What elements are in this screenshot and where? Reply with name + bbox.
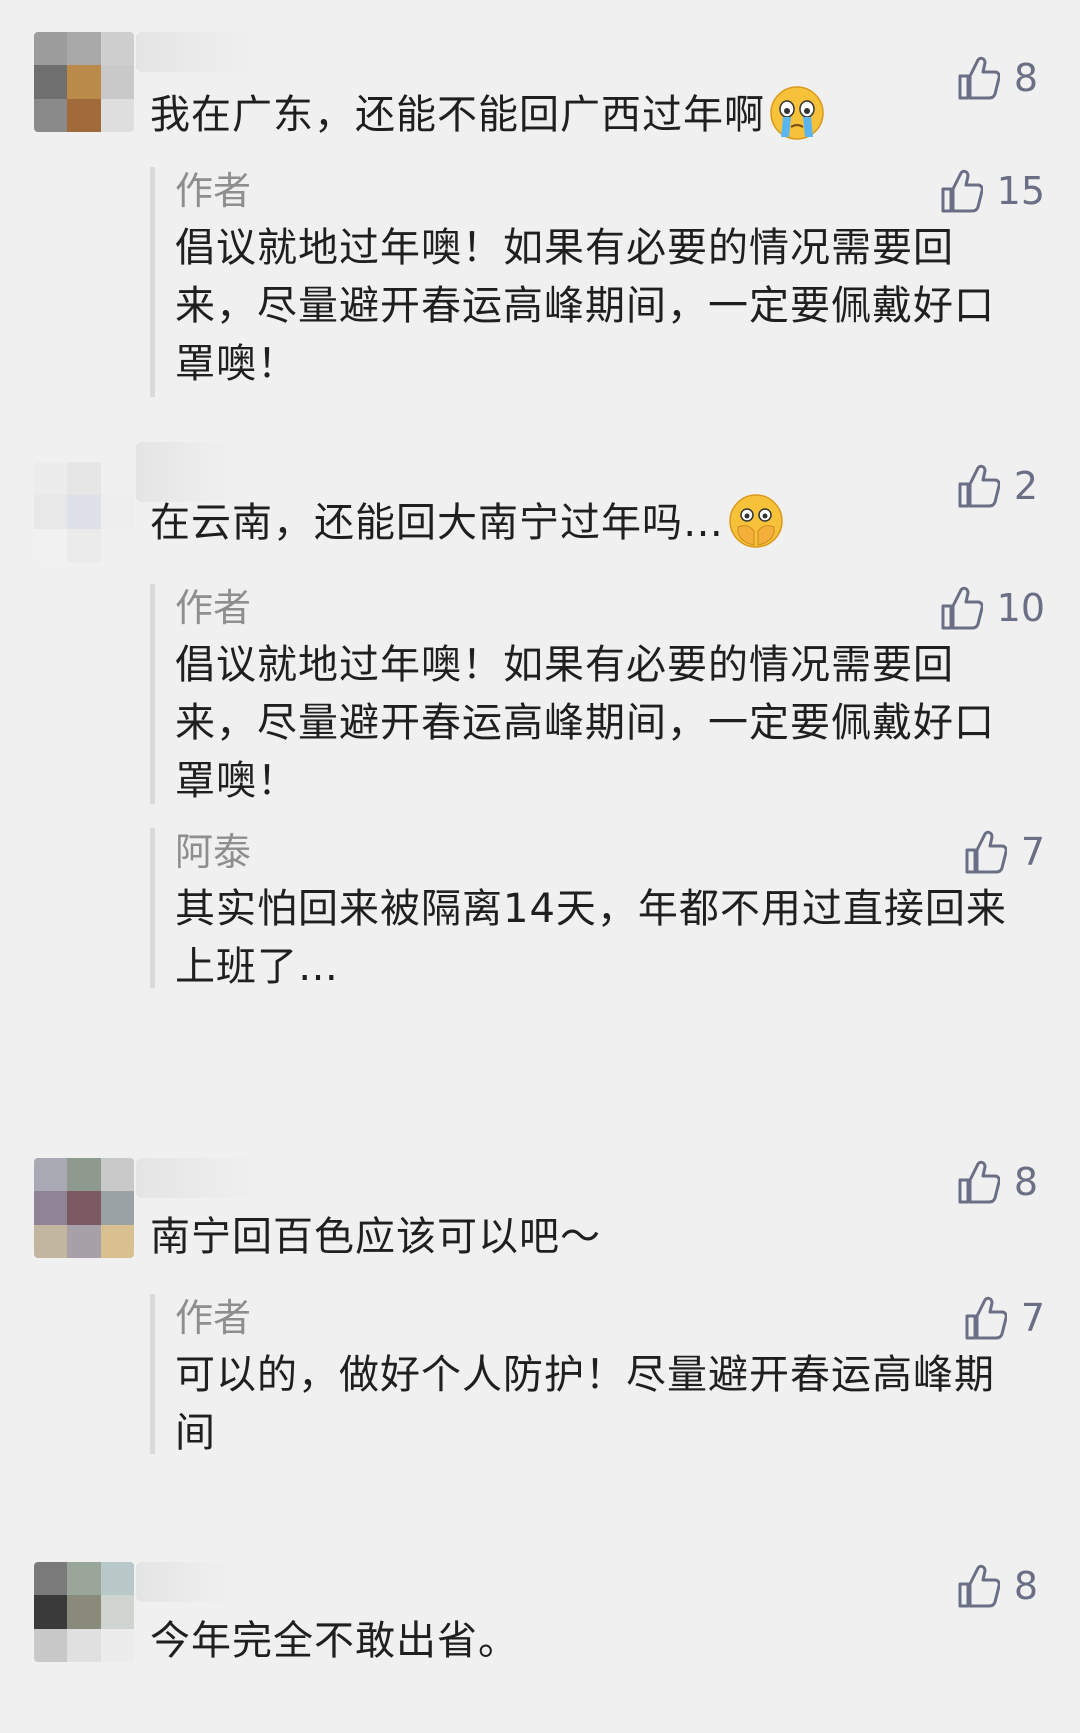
- avatar-mosaic-tile: [67, 65, 101, 99]
- avatar-mosaic-tile: [34, 528, 68, 562]
- avatar-mosaic-tile: [100, 32, 134, 66]
- reply-author[interactable]: 作者: [175, 1294, 251, 1342]
- like-button[interactable]: 7: [965, 1294, 1045, 1342]
- thumbs-up-icon: [965, 830, 1007, 874]
- like-count: 15: [996, 169, 1045, 213]
- comment-body: 我在广东，还能不能回广西过年啊: [150, 92, 765, 138]
- avatar-mosaic-tile: [100, 1158, 134, 1192]
- reply-text: 其实怕回来被隔离14天，年都不用过直接回来上班了…: [175, 886, 1007, 990]
- like-button[interactable]: 8: [958, 1158, 1038, 1206]
- like-count: 7: [1020, 830, 1045, 874]
- hands-over-face-emoji: [729, 494, 783, 548]
- avatar-mosaic-tile: [67, 1562, 101, 1596]
- avatar-mosaic-tile: [67, 32, 101, 66]
- avatar-mosaic-tile: [34, 495, 68, 529]
- reply: 阿泰 7 其实怕回来被隔离14天，年都不用过直接回来上班了…: [150, 828, 1045, 990]
- comment-text: 我在广东，还能不能回广西过年啊: [150, 86, 1040, 145]
- avatar[interactable]: [34, 1158, 134, 1258]
- username-blurred[interactable]: [136, 1562, 236, 1602]
- avatar-mosaic-tile: [34, 98, 68, 132]
- reply: 作者 10 倡议就地过年噢！如果有必要的情况需要回来，尽量避开春运高峰期间，一定…: [150, 584, 1045, 804]
- avatar-mosaic-tile: [100, 1595, 134, 1629]
- comment-text: 在云南，还能回大南宁过年吗…: [150, 494, 1040, 553]
- avatar-mosaic-tile: [34, 1562, 68, 1596]
- avatar-mosaic-tile: [100, 528, 134, 562]
- avatar-mosaic-tile: [100, 98, 134, 132]
- avatar-mosaic-tile: [34, 32, 68, 66]
- reply: 作者 7 可以的，做好个人防护！尽量避开春运高峰期间: [150, 1294, 1045, 1456]
- avatar-mosaic-tile: [67, 528, 101, 562]
- avatar[interactable]: [34, 32, 134, 132]
- avatar-mosaic-tile: [100, 1191, 134, 1225]
- avatar-mosaic-tile: [100, 1628, 134, 1662]
- reply-author[interactable]: 作者: [175, 167, 251, 215]
- avatar-mosaic-tile: [34, 1595, 68, 1629]
- comment-body: 今年完全不敢出省。: [150, 1618, 519, 1664]
- reply-text: 倡议就地过年噢！如果有必要的情况需要回来，尽量避开春运高峰期间，一定要佩戴好口罩…: [175, 225, 995, 387]
- like-count: 7: [1020, 1296, 1045, 1340]
- crying-face-emoji: [770, 86, 824, 140]
- username-blurred[interactable]: [136, 32, 266, 72]
- avatar-mosaic-tile: [67, 495, 101, 529]
- avatar-mosaic-tile: [100, 462, 134, 496]
- avatar-mosaic-tile: [67, 1628, 101, 1662]
- like-button[interactable]: 10: [941, 584, 1045, 632]
- reply-author[interactable]: 作者: [175, 584, 251, 632]
- avatar-mosaic-tile: [34, 462, 68, 496]
- avatar-mosaic-tile: [100, 1562, 134, 1596]
- comment-text: 南宁回百色应该可以吧～: [150, 1208, 1040, 1266]
- thumbs-up-icon: [965, 1296, 1007, 1340]
- avatar-mosaic-tile: [34, 65, 68, 99]
- thumbs-up-icon: [958, 1160, 1000, 1204]
- like-button[interactable]: 7: [965, 828, 1045, 876]
- avatar-mosaic-tile: [34, 1158, 68, 1192]
- username-blurred[interactable]: [136, 1158, 266, 1198]
- like-count: 10: [996, 586, 1045, 630]
- thumbs-up-icon: [941, 586, 983, 630]
- avatar[interactable]: [34, 462, 134, 562]
- avatar-mosaic-tile: [100, 65, 134, 99]
- like-count: 8: [1013, 1160, 1038, 1204]
- avatar-mosaic-tile: [67, 1224, 101, 1258]
- like-button[interactable]: 15: [941, 167, 1045, 215]
- username-blurred[interactable]: [136, 442, 236, 502]
- avatar-mosaic-tile: [67, 462, 101, 496]
- comment-text: 今年完全不敢出省。: [150, 1612, 1040, 1670]
- avatar-mosaic-tile: [34, 1628, 68, 1662]
- avatar-mosaic-tile: [34, 1224, 68, 1258]
- avatar-mosaic-tile: [34, 1191, 68, 1225]
- comment-body: 在云南，还能回大南宁过年吗…: [150, 500, 724, 546]
- avatar-mosaic-tile: [100, 495, 134, 529]
- avatar-mosaic-tile: [67, 1191, 101, 1225]
- reply: 作者 15 倡议就地过年噢！如果有必要的情况需要回来，尽量避开春运高峰期间，一定…: [150, 167, 1045, 397]
- reply-text: 可以的，做好个人防护！尽量避开春运高峰期间: [175, 1352, 995, 1456]
- reply-text: 倡议就地过年噢！如果有必要的情况需要回来，尽量避开春运高峰期间，一定要佩戴好口罩…: [175, 642, 995, 804]
- avatar[interactable]: [34, 1562, 134, 1662]
- like-button[interactable]: 8: [958, 1562, 1038, 1610]
- avatar-mosaic-tile: [67, 98, 101, 132]
- avatar-mosaic-tile: [100, 1224, 134, 1258]
- comment-body: 南宁回百色应该可以吧～: [150, 1214, 601, 1260]
- avatar-mosaic-tile: [67, 1595, 101, 1629]
- thumbs-up-icon: [941, 169, 983, 213]
- like-count: 8: [1013, 1564, 1038, 1608]
- thumbs-up-icon: [958, 1564, 1000, 1608]
- avatar-mosaic-tile: [67, 1158, 101, 1192]
- reply-author[interactable]: 阿泰: [175, 828, 251, 876]
